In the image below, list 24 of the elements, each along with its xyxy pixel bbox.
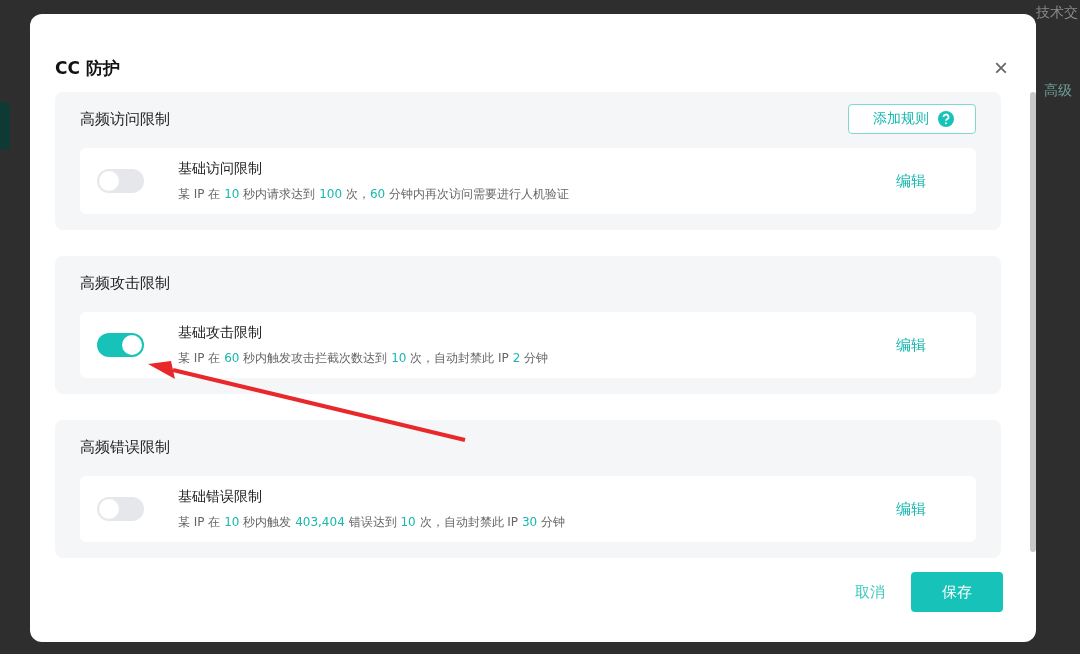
section-title: 高频访问限制: [80, 109, 170, 129]
toggle-switch[interactable]: [97, 169, 144, 193]
edit-link[interactable]: 编辑: [896, 171, 926, 191]
close-button[interactable]: ×: [994, 56, 1008, 80]
section-title: 高频攻击限制: [80, 273, 170, 293]
advanced-tab[interactable]: 高级: [1044, 82, 1072, 100]
add-rule-button[interactable]: 添加规则: [848, 104, 976, 134]
rule-description: 某 IP 在 10 秒内触发 403,404 错误达到 10 次，自动封禁此 IP 30 分钟: [178, 513, 566, 531]
scrollbar[interactable]: [1030, 92, 1036, 552]
tech-chat-link[interactable]: 技术交: [1036, 4, 1078, 22]
section-title: 高频错误限制: [80, 437, 170, 457]
rule-description: 某 IP 在 10 秒内请求达到 100 次，60 分钟内再次访问需要进行人机验证: [178, 185, 570, 203]
rule-description: 某 IP 在 60 秒内触发攻击拦截次数达到 10 次，自动封禁此 IP 2 分钟: [178, 349, 550, 367]
help-icon: [937, 110, 955, 128]
save-button[interactable]: 保存: [911, 572, 1003, 612]
edit-link[interactable]: 编辑: [896, 499, 926, 519]
rule-name: 基础访问限制: [178, 159, 263, 178]
toggle-switch[interactable]: [97, 497, 144, 521]
cancel-button[interactable]: 取消: [855, 582, 885, 602]
toggle-switch[interactable]: [97, 333, 144, 357]
rule-name: 基础攻击限制: [178, 323, 263, 342]
rule-name: 基础错误限制: [178, 487, 263, 506]
dialog-title: CC 防护: [55, 56, 120, 80]
edit-link[interactable]: 编辑: [896, 335, 926, 355]
